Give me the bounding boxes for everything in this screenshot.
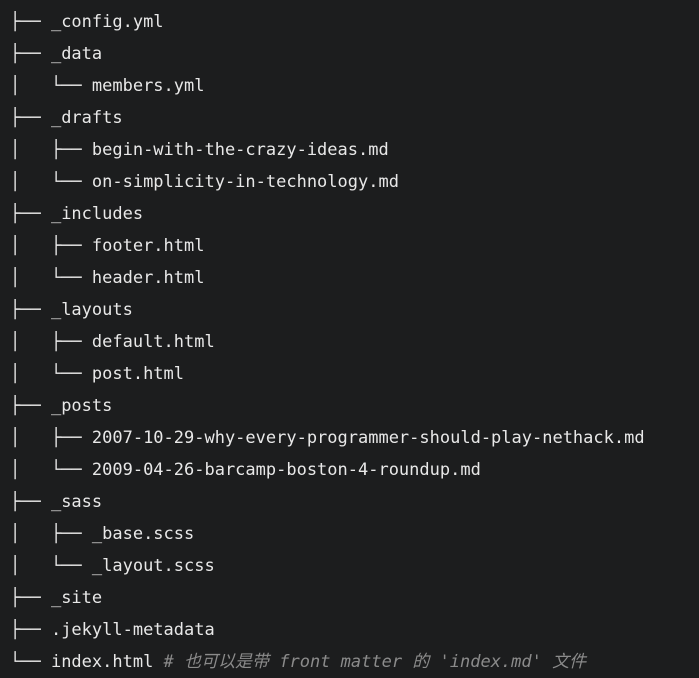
tree-entry-name: _config.yml — [50, 12, 164, 32]
tree-entry-name: _base.scss — [91, 524, 195, 544]
tree-entry-name: footer.html — [91, 236, 205, 256]
tree-row: ├── _config.yml — [10, 6, 699, 38]
tree-row: ├── _layouts — [10, 294, 699, 326]
tree-branch-glyph: │ └── — [10, 364, 92, 384]
tree-row: ├── _sass — [10, 486, 699, 518]
tree-entry-name: .jekyll-metadata — [50, 620, 215, 640]
tree-row: │ └── _layout.scss — [10, 550, 699, 582]
tree-branch-glyph: ├── — [10, 44, 51, 64]
tree-row: ├── _drafts — [10, 102, 699, 134]
tree-entry-name: header.html — [91, 268, 205, 288]
tree-entry-name: 2007-10-29-why-every-programmer-should-p… — [91, 428, 645, 448]
tree-entry-name: _data — [50, 44, 103, 64]
tree-branch-glyph: │ ├── — [10, 524, 92, 544]
tree-branch-glyph: ├── — [10, 12, 51, 32]
tree-entry-name: _layouts — [50, 300, 133, 320]
tree-entry-name: on-simplicity-in-technology.md — [91, 172, 399, 192]
file-tree-listing: ├── _config.yml ├── _data │ └── members.ym… — [0, 0, 699, 678]
tree-row: │ ├── 2007-10-29-why-every-programmer-sh… — [10, 422, 699, 454]
tree-branch-glyph: │ └── — [10, 268, 92, 288]
tree-row: │ └── members.yml — [10, 70, 699, 102]
tree-branch-glyph: │ ├── — [10, 428, 92, 448]
tree-branch-glyph: │ ├── — [10, 332, 92, 352]
tree-entry-comment: # 也可以是带 front matter 的 'index.md' 文件 — [153, 652, 587, 672]
tree-row: │ └── on-simplicity-in-technology.md — [10, 166, 699, 198]
tree-branch-glyph: │ └── — [10, 76, 92, 96]
tree-entry-name: _includes — [50, 204, 144, 224]
tree-row: │ ├── begin-with-the-crazy-ideas.md — [10, 134, 699, 166]
tree-branch-glyph: ├── — [10, 588, 51, 608]
tree-branch-glyph: ├── — [10, 620, 51, 640]
tree-row: │ ├── footer.html — [10, 230, 699, 262]
tree-row: │ ├── default.html — [10, 326, 699, 358]
tree-entry-name: _layout.scss — [91, 556, 215, 576]
tree-branch-glyph: │ └── — [10, 460, 92, 480]
tree-entry-name: _site — [50, 588, 103, 608]
tree-entry-name: index.html — [50, 652, 154, 672]
tree-branch-glyph: ├── — [10, 300, 51, 320]
tree-entry-name: _sass — [50, 492, 103, 512]
tree-branch-glyph: ├── — [10, 108, 51, 128]
tree-branch-glyph: ├── — [10, 492, 51, 512]
tree-entry-name: _drafts — [50, 108, 123, 128]
tree-row: ├── _includes — [10, 198, 699, 230]
tree-entry-name: members.yml — [91, 76, 205, 96]
tree-row: │ └── header.html — [10, 262, 699, 294]
tree-row: │ ├── _base.scss — [10, 518, 699, 550]
tree-row: │ └── 2009-04-26-barcamp-boston-4-roundu… — [10, 454, 699, 486]
tree-branch-glyph: │ ├── — [10, 140, 92, 160]
tree-branch-glyph: └── — [10, 652, 51, 672]
tree-row: └── index.html # 也可以是带 front matter 的 'i… — [10, 646, 699, 678]
tree-row: ├── _site — [10, 582, 699, 614]
tree-entry-name: _posts — [50, 396, 113, 416]
tree-branch-glyph: │ ├── — [10, 236, 92, 256]
tree-row: │ └── post.html — [10, 358, 699, 390]
tree-entry-name: begin-with-the-crazy-ideas.md — [91, 140, 389, 160]
tree-branch-glyph: ├── — [10, 396, 51, 416]
tree-branch-glyph: │ └── — [10, 556, 92, 576]
tree-entry-name: post.html — [91, 364, 185, 384]
tree-branch-glyph: ├── — [10, 204, 51, 224]
tree-row: ├── _data — [10, 38, 699, 70]
tree-row: ├── _posts — [10, 390, 699, 422]
tree-entry-name: default.html — [91, 332, 215, 352]
tree-branch-glyph: │ └── — [10, 172, 92, 192]
tree-entry-name: 2009-04-26-barcamp-boston-4-roundup.md — [91, 460, 481, 480]
tree-row: ├── .jekyll-metadata — [10, 614, 699, 646]
